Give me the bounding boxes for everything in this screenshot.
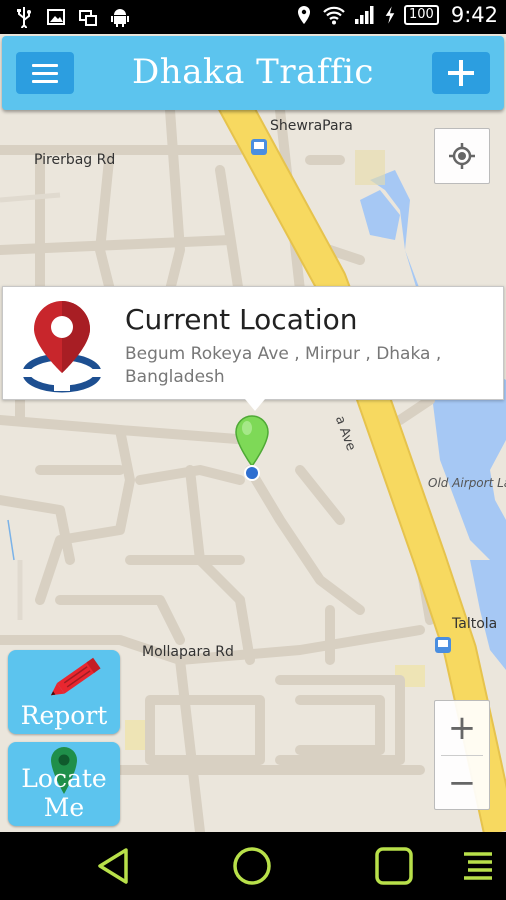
menu-icon[interactable]: [460, 846, 496, 886]
map-label-mollapara: Mollapara Rd: [142, 644, 234, 660]
navigation-bar: [0, 832, 506, 900]
location-info-window[interactable]: Current Location Begum Rokeya Ave , Mirp…: [2, 286, 504, 411]
info-address: Begum Rokeya Ave , Mirpur , Dhaka , Bang…: [125, 344, 442, 387]
zoom-out-button[interactable]: −: [435, 756, 489, 810]
wifi-icon: [323, 6, 345, 25]
location-marker-icon[interactable]: [234, 414, 270, 484]
zoom-in-button[interactable]: +: [435, 701, 489, 755]
report-label: Report: [20, 701, 108, 730]
plus-icon: [448, 60, 474, 86]
locate-me-button[interactable]: Locate Me: [8, 742, 120, 826]
my-location-button[interactable]: [434, 128, 490, 184]
charging-icon: [385, 6, 395, 24]
screens-icon: [79, 10, 97, 26]
locate-me-label: Locate Me: [21, 764, 107, 822]
clock: 9:42: [450, 3, 498, 27]
app-header: Dhaka Traffic: [2, 36, 504, 110]
info-title: Current Location: [125, 303, 358, 336]
map-label-shewrapara: ShewraPara: [270, 118, 353, 134]
add-button[interactable]: [432, 52, 490, 94]
report-button[interactable]: Report: [8, 650, 120, 734]
info-window-tail: [245, 399, 265, 411]
back-icon[interactable]: [94, 846, 134, 886]
crosshair-icon: [449, 143, 475, 169]
home-icon[interactable]: [232, 846, 272, 886]
map-pin-location-icon: [21, 301, 103, 393]
signal-icon: [355, 6, 374, 24]
app-title: Dhaka Traffic: [132, 52, 374, 92]
image-icon: [47, 9, 65, 25]
battery-indicator: 100: [404, 5, 439, 25]
recents-icon[interactable]: [374, 846, 414, 886]
map-label-pirerbag: Pirerbag Rd: [34, 152, 116, 168]
bus-stop-icon: [435, 637, 451, 653]
android-icon: [111, 9, 129, 27]
location-icon: [298, 6, 310, 24]
zoom-controls: + −: [434, 700, 490, 810]
map-label-taltola: Taltola: [452, 616, 498, 632]
map-label-old-airport: Old Airport Lak: [428, 476, 506, 490]
pencil-icon: [50, 657, 101, 696]
usb-icon: [17, 7, 31, 28]
bus-stop-icon: [251, 139, 267, 155]
status-bar: 100 9:42: [0, 0, 506, 34]
